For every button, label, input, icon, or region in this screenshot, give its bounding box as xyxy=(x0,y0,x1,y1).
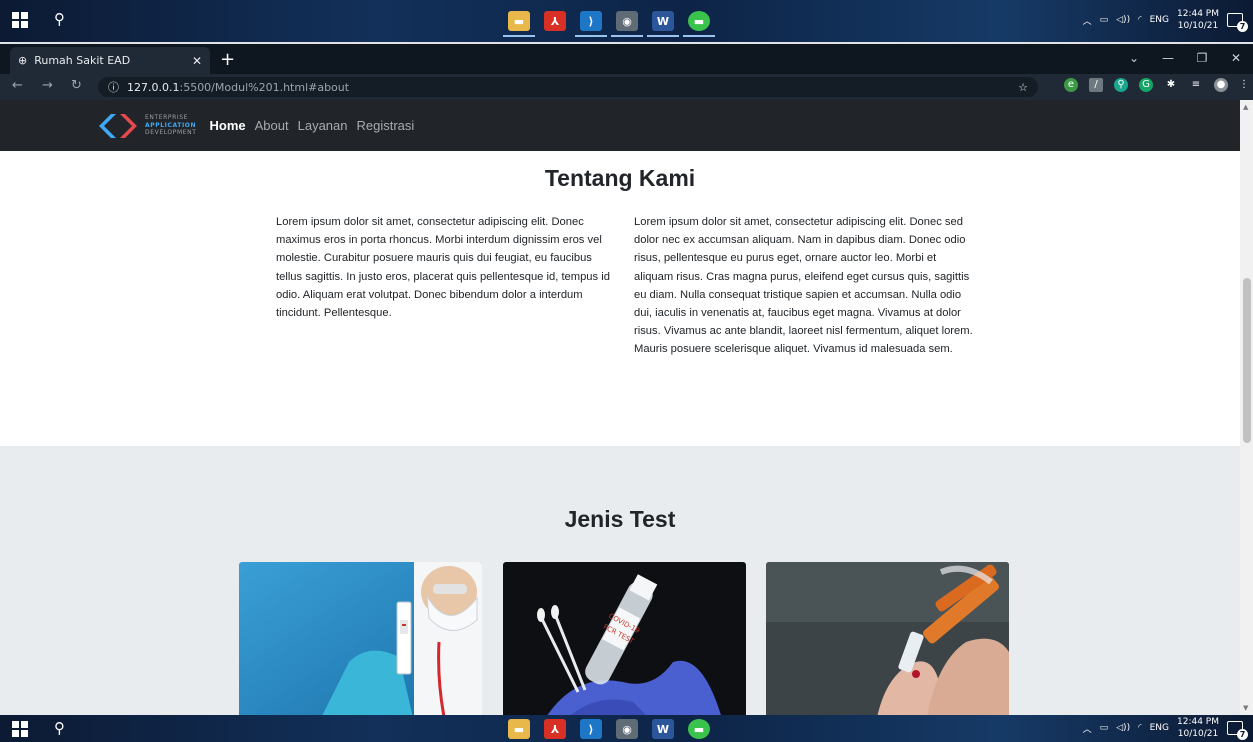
scroll-up-icon[interactable]: ▲ xyxy=(1243,103,1250,111)
logo-line1: ENTERPRISE xyxy=(145,114,189,122)
chrome-icon-bottom[interactable]: ◉ xyxy=(616,719,638,739)
clock-time-bottom: 12:44 PM xyxy=(1177,717,1219,727)
nav-home[interactable]: Home xyxy=(210,118,246,133)
line-icon[interactable]: ▬ xyxy=(683,11,715,37)
language-indicator-bottom[interactable]: ENG xyxy=(1150,723,1169,733)
windows-start-icon-bottom[interactable] xyxy=(12,721,28,737)
logo-line3: DEVELOPMENT xyxy=(145,129,197,137)
clock-time: 12:44 PM xyxy=(1177,9,1219,19)
clock-bottom[interactable]: 12:44 PM 10/10/21 xyxy=(1177,716,1219,740)
volume-icon-bottom[interactable]: ◁)) xyxy=(1116,723,1130,733)
antigen-test-photo xyxy=(239,562,482,715)
extensions-puzzle-icon[interactable]: ✱ xyxy=(1164,78,1178,92)
clock-date-bottom: 10/10/21 xyxy=(1177,729,1219,739)
page-viewport: ENTERPRISE APPLICATION DEVELOPMENT Home … xyxy=(0,100,1240,715)
pcr-test-photo: COVID-19 PCR TEST xyxy=(503,562,746,715)
language-indicator[interactable]: ENG xyxy=(1150,15,1169,25)
word-icon-bottom[interactable]: W xyxy=(652,719,674,739)
site-logo[interactable]: ENTERPRISE APPLICATION DEVELOPMENT xyxy=(97,112,197,140)
clock-date: 10/10/21 xyxy=(1177,21,1219,31)
info-icon[interactable]: ⓘ xyxy=(108,79,119,95)
antigen-test-card-image[interactable] xyxy=(239,562,482,715)
close-window-icon[interactable]: ✕ xyxy=(1219,44,1253,72)
page-scrollbar[interactable]: ▲ ▼ xyxy=(1240,100,1253,715)
browser-tabstrip: ⊕ Rumah Sakit EAD ✕ + ⌄ — ❐ ✕ xyxy=(0,44,1253,74)
menu-kebab-icon[interactable]: ⋮ xyxy=(1239,78,1249,92)
search-icon[interactable]: ⚲ xyxy=(54,10,65,28)
tray-chevron-icon-bottom[interactable]: ︿ xyxy=(1083,722,1092,735)
about-section: Tentang Kami Lorem ipsum dolor sit amet,… xyxy=(0,151,1240,446)
word-icon[interactable]: W xyxy=(647,11,679,37)
site-navbar: ENTERPRISE APPLICATION DEVELOPMENT Home … xyxy=(0,100,1240,151)
tray-chevron-icon[interactable]: ︿ xyxy=(1083,14,1092,27)
close-tab-icon[interactable]: ✕ xyxy=(192,54,202,68)
back-icon[interactable]: ← xyxy=(12,78,23,93)
clock[interactable]: 12:44 PM 10/10/21 xyxy=(1177,8,1219,32)
about-text-left: Lorem ipsum dolor sit amet, consectetur … xyxy=(276,216,610,320)
extension-icon[interactable]: e xyxy=(1064,78,1078,92)
vscode-icon-bottom[interactable]: ⟩ xyxy=(580,719,602,739)
file-explorer-icon-bottom[interactable]: ▬ xyxy=(508,719,530,739)
scrollbar-thumb[interactable] xyxy=(1243,278,1251,443)
blood-test-photo xyxy=(766,562,1009,715)
pdf-reader-icon-bottom[interactable]: ⅄ xyxy=(544,719,566,739)
pcr-test-card-image[interactable]: COVID-19 PCR TEST xyxy=(503,562,746,715)
blood-test-card-image[interactable] xyxy=(766,562,1009,715)
nav-about[interactable]: About xyxy=(255,118,289,133)
minimize-icon[interactable]: — xyxy=(1151,44,1185,72)
reading-list-icon[interactable]: ≡ xyxy=(1189,78,1203,92)
wifi-icon-bottom[interactable]: ◜ xyxy=(1138,723,1142,733)
browser-tab[interactable]: ⊕ Rumah Sakit EAD ✕ xyxy=(10,47,210,74)
bookmark-star-icon[interactable]: ☆ xyxy=(1018,81,1028,94)
notification-count-bottom: 7 xyxy=(1237,729,1248,740)
tab-search-icon[interactable]: ⌄ xyxy=(1117,44,1151,72)
windows-start-icon[interactable] xyxy=(12,12,28,28)
pen-extension-icon[interactable]: / xyxy=(1089,78,1103,92)
logo-chevrons-icon xyxy=(99,113,137,138)
notification-icon[interactable]: 7 xyxy=(1227,13,1248,32)
os-taskbar-top: ⚲ ▬ ⅄ ⟩ ◉ W ▬ ︿ ▭ ◁)) ◜ ENG 12:44 PM 10/… xyxy=(0,0,1253,42)
about-title: Tentang Kami xyxy=(544,165,696,191)
scroll-down-icon[interactable]: ▼ xyxy=(1243,704,1250,712)
notification-count: 7 xyxy=(1237,21,1248,32)
url-host: 127.0.0.1 xyxy=(127,80,180,94)
new-tab-button[interactable]: + xyxy=(220,49,235,70)
forward-icon[interactable]: → xyxy=(42,78,53,93)
tab-title: Rumah Sakit EAD xyxy=(34,54,131,67)
file-explorer-icon[interactable]: ▬ xyxy=(503,11,535,37)
line-icon-bottom[interactable]: ▬ xyxy=(688,719,710,739)
battery-icon[interactable]: ▭ xyxy=(1100,15,1109,25)
url-path: :5500/Modul%201.html#about xyxy=(179,80,350,94)
nav-layanan[interactable]: Layanan xyxy=(298,118,348,133)
address-bar[interactable]: ⓘ 127.0.0.1:5500/Modul%201.html#about ☆ xyxy=(98,77,1038,97)
about-text-right: Lorem ipsum dolor sit amet, consectetur … xyxy=(634,216,973,356)
pin-extension-icon[interactable]: ⚲ xyxy=(1114,78,1128,92)
wifi-icon[interactable]: ◜ xyxy=(1138,15,1142,25)
restore-icon[interactable]: ❐ xyxy=(1185,44,1219,72)
logo-line2: APPLICATION xyxy=(145,121,197,129)
volume-icon[interactable]: ◁)) xyxy=(1116,15,1130,25)
vscode-icon[interactable]: ⟩ xyxy=(575,11,607,37)
browser-toolbar: ← → ↻ ⓘ 127.0.0.1:5500/Modul%201.html#ab… xyxy=(0,74,1253,100)
os-taskbar-bottom: ⚲ ▬ ⅄ ⟩ ◉ W ▬ ︿ ▭ ◁)) ◜ ENG 12:44 PM 10/… xyxy=(0,715,1253,742)
search-icon-bottom[interactable]: ⚲ xyxy=(54,719,65,737)
tests-section: Jenis Test COVID-19 PCR TEST xyxy=(0,446,1240,715)
battery-icon-bottom[interactable]: ▭ xyxy=(1100,723,1109,733)
pdf-reader-icon[interactable]: ⅄ xyxy=(544,11,566,31)
chrome-icon[interactable]: ◉ xyxy=(611,11,643,37)
profile-avatar[interactable]: ● xyxy=(1214,78,1228,92)
reload-icon[interactable]: ↻ xyxy=(71,78,82,93)
notification-icon-bottom[interactable]: 7 xyxy=(1227,721,1248,740)
grammarly-icon[interactable]: G xyxy=(1139,78,1153,92)
nav-registrasi[interactable]: Registrasi xyxy=(357,118,415,133)
globe-icon: ⊕ xyxy=(18,54,28,67)
tests-title: Jenis Test xyxy=(564,506,676,532)
